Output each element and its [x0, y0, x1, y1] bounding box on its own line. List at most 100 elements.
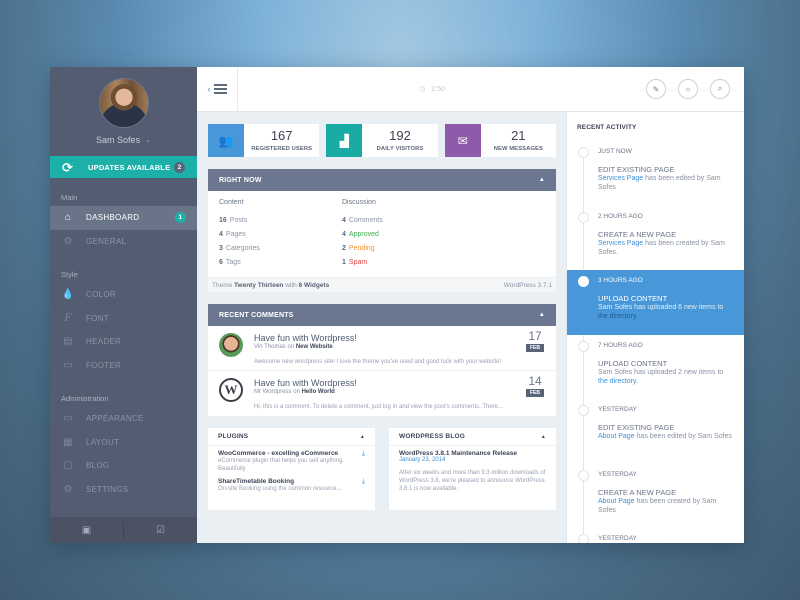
comment-title[interactable]: Have fun with Wordpress!: [254, 378, 545, 388]
sidebar-nav: Main ⌂ DASHBOARD 1 ⚙ GENERAL Style 💧 COL…: [50, 178, 197, 517]
comment-date: 17 FEB: [526, 329, 544, 352]
search-button[interactable]: ⌕: [710, 79, 730, 99]
post-link[interactable]: Hello World: [302, 389, 335, 395]
profile-menu[interactable]: Sam Sofes ⌄: [96, 135, 151, 145]
plugins-panel: PLUGINS ▲ WooCommerce - excelling eComme…: [208, 428, 375, 510]
dashboard-column: 👥 167 REGISTERED USERS ▟ 192 DAILY VISIT…: [197, 112, 566, 543]
activity-item[interactable]: YESTERDAY EDIT EXISTING PAGE About Page …: [567, 399, 744, 464]
sidebar-item-color[interactable]: 💧 COLOR: [50, 283, 197, 307]
recent-comments-panel: RECENT COMMENTS ▲ Have fun with Wordpres…: [208, 304, 556, 416]
sidebar-item-font[interactable]: F FONT: [50, 307, 197, 331]
activity-item[interactable]: YESTERDAY CREATE A NEW PAGE About Page h…: [567, 464, 744, 529]
content-row-posts[interactable]: 16 Posts: [219, 217, 342, 231]
dashboard-badge: 1: [175, 212, 186, 224]
download-icon[interactable]: ⤓: [362, 450, 365, 458]
sidebar-item-label: HEADER: [86, 337, 122, 347]
plugins-header[interactable]: PLUGINS ▲: [208, 428, 375, 446]
blog-post-title[interactable]: WordPress 3.8.1 Maintenance Release: [399, 450, 546, 457]
theme-link[interactable]: Twenty Thirteen: [234, 282, 283, 289]
edit-button[interactable]: ✎: [646, 79, 666, 99]
activity-item[interactable]: JUST NOW EDIT EXISTING PAGE Services Pag…: [567, 141, 744, 206]
plugin-item[interactable]: WooCommerce - excelling eCommerce eComme…: [218, 450, 365, 473]
sidebar-item-label: SETTINGS: [86, 484, 129, 494]
content-row-pages[interactable]: 4 Pages: [219, 231, 342, 245]
envelope-icon: ✉: [444, 124, 481, 157]
stat-registered-users[interactable]: 👥 167 REGISTERED USERS: [208, 124, 320, 157]
right-now-panel: RIGHT NOW ▲ Content 16 Posts 4 Pages 3 Cate…: [208, 169, 556, 292]
collapse-icon[interactable]: ▲: [360, 434, 365, 440]
updates-count-badge: 2: [174, 161, 185, 173]
activity-item[interactable]: 7 HOURS AGO UPLOAD CONTENT Sam Sofes has…: [567, 335, 744, 400]
top-actions: ✎ ○ ⌕: [646, 79, 744, 99]
chat-icon: ○: [685, 84, 691, 94]
monitor-icon: ▭: [63, 413, 73, 425]
widgets-link[interactable]: 6 Widgets: [299, 282, 330, 289]
wordpress-blog-panel: WORDPRESS BLOG ▲ WordPress 3.8.1 Mainten…: [389, 428, 556, 510]
discussion-row-pending[interactable]: 2 Pending: [342, 245, 465, 259]
stat-daily-visitors[interactable]: ▟ 192 DAILY VISITORS: [326, 124, 438, 157]
comment-text: Hi, this is a comment. To delete a comme…: [254, 404, 504, 410]
recent-comments-header[interactable]: RECENT COMMENTS ▲: [208, 304, 556, 326]
wordpress-blog-header[interactable]: WORDPRESS BLOG ▲: [389, 428, 556, 446]
sidebar-item-appearance[interactable]: ▭ APPEARANCE: [50, 407, 197, 431]
avatar[interactable]: [98, 78, 149, 128]
comment-title[interactable]: Have fun with Wordpress!: [254, 333, 545, 343]
contact-icon: ▣: [81, 524, 92, 536]
activity-title: RECENT ACTIVITY: [577, 124, 637, 131]
activity-item-highlighted[interactable]: 3 HOURS AGO UPLOAD CONTENT Sam Sofes has…: [567, 270, 744, 335]
font-icon: F: [64, 312, 72, 324]
column-heading: Discussion: [342, 199, 376, 206]
discussion-row-spam[interactable]: 1 Spam: [342, 259, 465, 273]
comment-item[interactable]: Have fun with Wordpress! Vin Thomas on N…: [208, 326, 556, 371]
profile-name: Sam Sofes: [96, 135, 141, 145]
sidebar-bottom-bar: ▣ ☑: [50, 517, 197, 543]
plugin-item[interactable]: ShareTimetable Booking On-site Booking u…: [218, 478, 365, 493]
edit-icon: ✎: [652, 84, 660, 94]
main-area: ‹ ◷ 2:50 ✎ ○ ⌕ 👥 167 REGISTERED USERS ▟ …: [197, 66, 744, 543]
section-label-style: Style: [61, 270, 78, 279]
content-row-tags[interactable]: 6 Tags: [219, 259, 342, 273]
gear-icon: ⚙: [63, 483, 73, 495]
commenter-avatar: [219, 333, 243, 357]
sidebar-item-label: APPEARANCE: [86, 414, 144, 424]
content-column: Content 16 Posts 4 Pages 3 Categories 6 Tags: [219, 199, 342, 273]
panel-title: RECENT COMMENTS: [219, 311, 294, 319]
collapse-icon[interactable]: ▲: [541, 434, 546, 440]
clock: ◷ 2:50: [238, 85, 646, 93]
right-now-header[interactable]: RIGHT NOW ▲: [208, 169, 556, 191]
gear-icon: ⚙: [63, 235, 73, 247]
download-icon[interactable]: ⤓: [362, 478, 365, 486]
sidebar-item-dashboard[interactable]: ⌂ DASHBOARD 1: [50, 206, 197, 230]
stat-new-messages[interactable]: ✉ 21 NEW MESSAGES: [444, 124, 556, 157]
collapse-icon[interactable]: ▲: [539, 177, 545, 183]
calendar-button[interactable]: ☑: [124, 525, 197, 536]
comment-item[interactable]: W Have fun with Wordpress! Mr Wordpress …: [208, 371, 556, 416]
chat-button[interactable]: ○: [678, 79, 698, 99]
directory-link[interactable]: the directory.: [598, 378, 638, 385]
activity-item[interactable]: YESTERDAY: [567, 528, 744, 543]
contact-button[interactable]: ▣: [50, 525, 123, 536]
page-link[interactable]: About Page: [598, 433, 635, 440]
sidebar-item-footer[interactable]: ▭ FOOTER: [50, 354, 197, 378]
menu-toggle-button[interactable]: ‹: [197, 66, 238, 112]
sidebar-item-settings[interactable]: ⚙ SETTINGS: [50, 478, 197, 502]
activity-item[interactable]: 2 HOURS AGO CREATE A NEW PAGE Services P…: [567, 206, 744, 271]
sidebar-item-label: BLOG: [86, 461, 110, 471]
page-link[interactable]: Services Page: [598, 175, 643, 182]
discussion-row-comments[interactable]: 4 Comments: [342, 217, 465, 231]
sidebar-item-layout[interactable]: ▦ LAYOUT: [50, 431, 197, 455]
page-link[interactable]: Services Page: [598, 240, 643, 247]
sidebar-item-general[interactable]: ⚙ GENERAL: [50, 230, 197, 254]
sidebar-item-header[interactable]: ▤ HEADER: [50, 330, 197, 354]
collapse-icon[interactable]: ▲: [539, 312, 545, 318]
content-row-categories[interactable]: 3 Categories: [219, 245, 342, 259]
directory-link[interactable]: the directory.: [598, 313, 638, 320]
discussion-row-approved[interactable]: 4 Approved: [342, 231, 465, 245]
refresh-icon: ⟳: [62, 159, 74, 175]
sidebar-item-blog[interactable]: ▢ BLOG: [50, 454, 197, 478]
page-link[interactable]: About Page: [598, 498, 635, 505]
chevron-down-icon: ⌄: [145, 137, 151, 144]
post-link[interactable]: New Website: [296, 344, 333, 350]
stats-row: 👥 167 REGISTERED USERS ▟ 192 DAILY VISIT…: [208, 124, 556, 157]
updates-available-button[interactable]: ⟳ UPDATES AVAILABLE 2: [50, 156, 197, 178]
